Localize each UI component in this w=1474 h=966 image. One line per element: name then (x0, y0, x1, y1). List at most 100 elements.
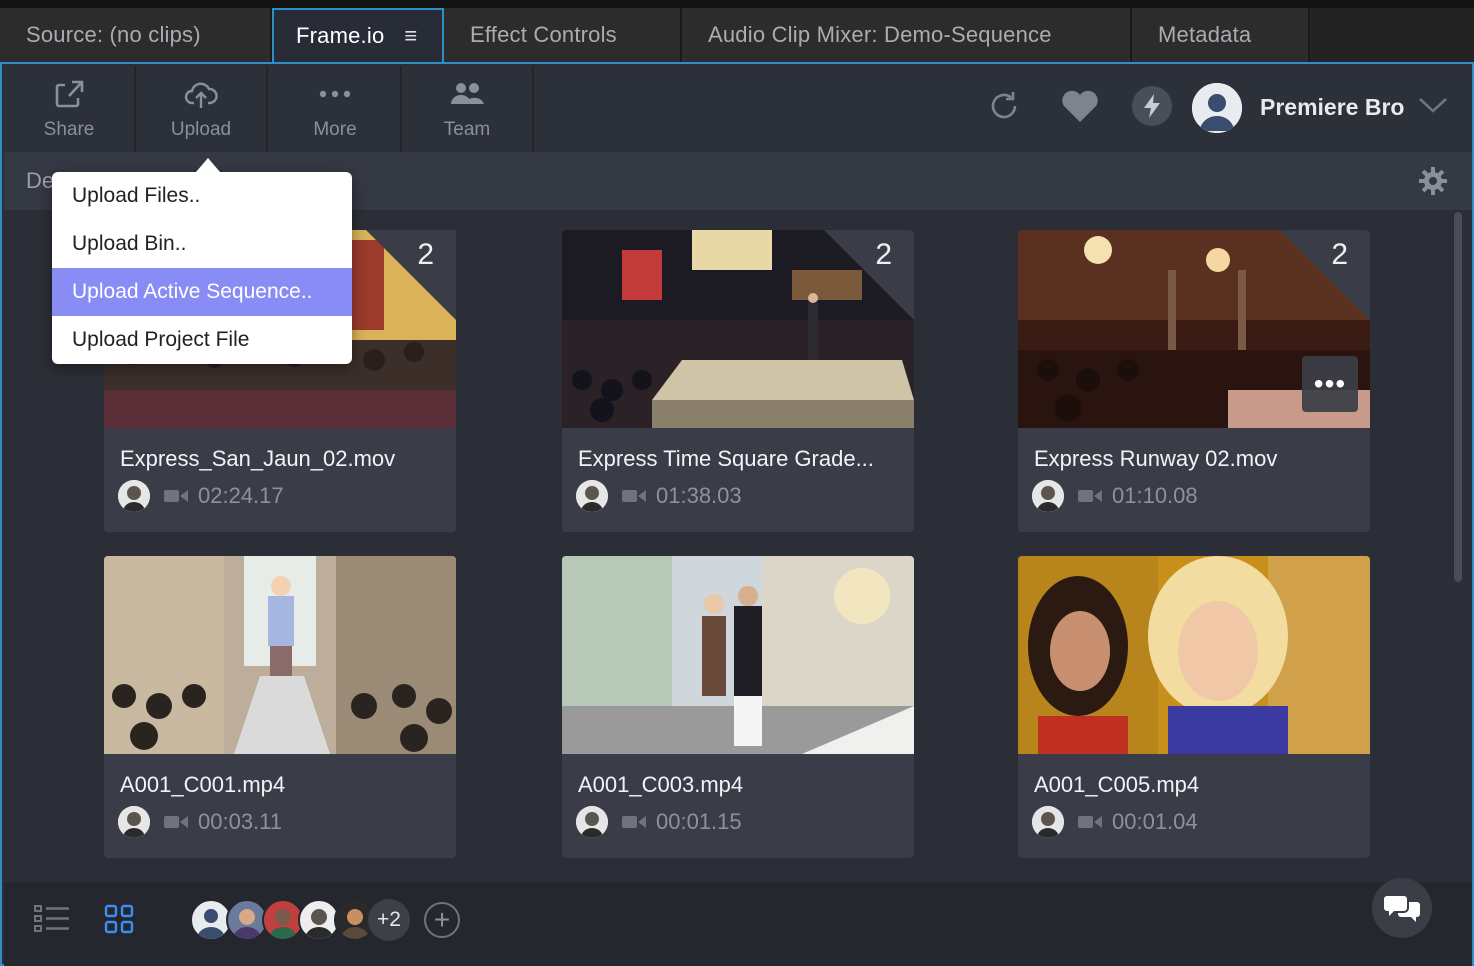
uploader-face-icon (576, 806, 608, 838)
asset-card[interactable]: 2 Express Time Square Grade... 01:38.03 (562, 230, 914, 532)
version-count-badge: 2 (1331, 238, 1348, 271)
toolbar: Share Upload More Team Premiere Bro (4, 66, 1472, 152)
video-camera-icon (164, 490, 188, 502)
team-button[interactable]: Team (402, 66, 534, 152)
collaborator-face-icon (269, 909, 297, 939)
menu-item-upload-bin[interactable]: Upload Bin.. (52, 220, 352, 268)
asset-title[interactable]: Express Time Square Grade... (578, 446, 874, 472)
tab-audio-clip-mixer[interactable]: Audio Clip Mixer: Demo-Sequence (682, 8, 1132, 62)
uploader-face-icon (118, 480, 150, 512)
menu-item-upload-active-sequence[interactable]: Upload Active Sequence.. (52, 268, 352, 316)
uploader-avatar (1032, 806, 1064, 838)
asset-title[interactable]: Express_San_Jaun_02.mov (120, 446, 395, 472)
tab-frameio-label: Frame.io (296, 23, 385, 48)
uploader-face-icon (576, 480, 608, 512)
add-collaborator-button[interactable]: + (424, 902, 460, 938)
upload-label: Upload (170, 119, 232, 140)
menu-item-upload-project-file[interactable]: Upload Project File (52, 316, 352, 364)
share-button[interactable]: Share (4, 66, 136, 152)
tab-source[interactable]: Source: (no clips) (0, 8, 272, 62)
cloud-upload-icon (184, 82, 218, 108)
thumbnail-image-couple-street (562, 556, 914, 754)
uploader-avatar (118, 806, 150, 838)
more-dots-icon (319, 90, 351, 98)
menu-item-upload-files[interactable]: Upload Files.. (52, 172, 352, 220)
uploader-avatar (576, 480, 608, 512)
uploader-avatar (576, 806, 608, 838)
more-button[interactable]: More (270, 66, 402, 152)
tab-effect-controls[interactable]: Effect Controls (444, 8, 682, 62)
thumbnail-image-two-women-laughing (1018, 556, 1370, 754)
asset-thumbnail[interactable]: 2 (562, 230, 914, 428)
team-label: Team (443, 119, 491, 140)
stack-corner-fold (824, 230, 914, 320)
uploader-face-icon (1032, 806, 1064, 838)
asset-thumbnail[interactable]: 2 ••• (1018, 230, 1370, 428)
stack-corner-fold (366, 230, 456, 320)
breadcrumb[interactable]: De (26, 168, 54, 194)
panel-tab-bar: Source: (no clips) Frame.io ≡ Effect Con… (0, 0, 1474, 62)
video-camera-icon (622, 816, 646, 828)
asset-meta: 01:38.03 (576, 480, 742, 512)
asset-duration: 01:38.03 (656, 483, 742, 508)
video-camera-icon (164, 816, 188, 828)
lightning-icon (1144, 94, 1160, 118)
uploader-avatar (118, 480, 150, 512)
user-avatar[interactable] (1192, 83, 1242, 133)
username[interactable]: Premiere Bro (1260, 94, 1404, 121)
asset-title[interactable]: Express Runway 02.mov (1034, 446, 1277, 472)
chevron-down-icon[interactable] (1418, 96, 1448, 114)
asset-duration: 00:01.15 (656, 809, 742, 834)
asset-title[interactable]: A001_C003.mp4 (578, 772, 743, 798)
collaborator-face-icon (233, 909, 261, 939)
asset-meta: 00:01.15 (576, 806, 742, 838)
hamburger-icon[interactable]: ≡ (404, 23, 417, 49)
upload-button[interactable]: Upload (136, 66, 268, 152)
asset-card[interactable]: A001_C001.mp4 00:03.11 (104, 556, 456, 858)
panel-footer: +2 + (4, 878, 1472, 966)
user-silhouette-icon (1192, 83, 1242, 133)
asset-card[interactable]: A001_C003.mp4 00:01.15 (562, 556, 914, 858)
stack-corner-fold (1280, 230, 1370, 320)
asset-thumbnail[interactable] (1018, 556, 1370, 754)
asset-card[interactable]: 2 ••• Express Runway 02.mov 01:10.08 (1018, 230, 1370, 532)
video-camera-icon (1078, 816, 1102, 828)
more-label: More (313, 119, 357, 140)
asset-meta: 01:10.08 (1032, 480, 1198, 512)
lightning-button[interactable] (1132, 86, 1172, 126)
asset-title[interactable]: A001_C001.mp4 (120, 772, 285, 798)
asset-duration: 00:01.04 (1112, 809, 1198, 834)
video-camera-icon (622, 490, 646, 502)
asset-thumbnail[interactable] (104, 556, 456, 754)
tab-metadata-label: Metadata (1158, 22, 1252, 47)
asset-meta: 00:03.11 (118, 806, 282, 838)
asset-more-button[interactable]: ••• (1302, 356, 1358, 412)
tab-frameio[interactable]: Frame.io ≡ (272, 8, 444, 62)
asset-duration: 00:03.11 (198, 809, 283, 834)
tab-effect-controls-label: Effect Controls (470, 22, 617, 47)
grid-scrollbar[interactable] (1454, 212, 1462, 582)
team-icon (451, 83, 484, 104)
asset-title[interactable]: A001_C005.mp4 (1034, 772, 1199, 798)
uploader-avatar (1032, 480, 1064, 512)
tab-metadata[interactable]: Metadata (1132, 8, 1310, 62)
version-count-badge: 2 (875, 238, 892, 271)
refresh-icon[interactable] (986, 88, 1022, 124)
video-camera-icon (1078, 490, 1102, 502)
gear-icon[interactable] (1418, 166, 1448, 196)
tab-audio-clip-mixer-label: Audio Clip Mixer: Demo-Sequence (708, 22, 1052, 47)
uploader-face-icon (1032, 480, 1064, 512)
list-view-icon[interactable] (34, 904, 70, 934)
upload-menu: Upload Files.. Upload Bin.. Upload Activ… (52, 158, 352, 364)
grid-view-icon[interactable] (104, 904, 134, 934)
heart-icon[interactable] (1060, 88, 1100, 124)
asset-thumbnail[interactable] (562, 556, 914, 754)
asset-meta: 00:01.04 (1032, 806, 1198, 838)
asset-meta: 02:24.17 (118, 480, 284, 512)
thumbnail-image-model-street (104, 556, 456, 754)
version-count-badge: 2 (417, 238, 434, 271)
chat-bubbles-icon (1384, 896, 1420, 922)
chat-button[interactable] (1372, 878, 1432, 938)
asset-card[interactable]: A001_C005.mp4 00:01.04 (1018, 556, 1370, 858)
more-collaborators-badge[interactable]: +2 (368, 899, 410, 941)
